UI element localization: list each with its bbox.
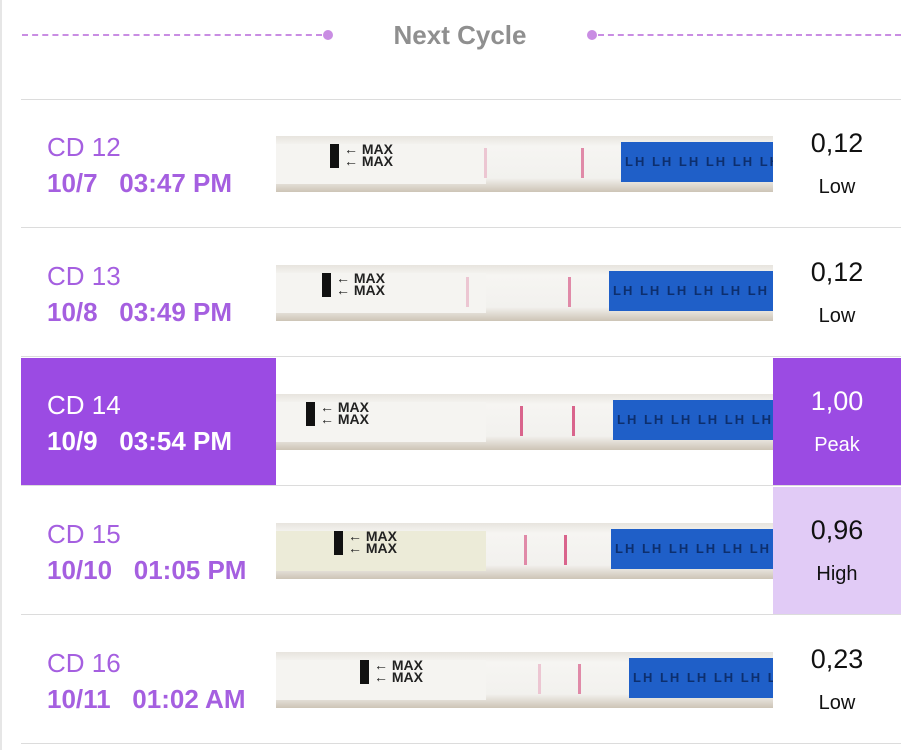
test-entry-row[interactable]: CD 13 10/8 03:49 PM ← MAX ← MAX LH LH LH… (21, 229, 901, 357)
row-divider (21, 485, 901, 486)
test-datetime: 10/7 03:47 PM (47, 168, 232, 198)
test-strip-photo[interactable]: ← MAX ← MAX LH LH LH LH LH LH (276, 523, 773, 579)
row-divider (21, 356, 901, 357)
test-strip-photo[interactable]: ← MAX ← MAX LH LH LH LH LH LH (276, 136, 773, 192)
strip-max-label: ← MAX ← MAX (320, 399, 369, 427)
strip-marker (334, 531, 343, 555)
cycle-day: CD 13 (47, 261, 121, 291)
strip-control-line (572, 406, 575, 436)
lh-ratio-value: 0,96 (810, 515, 864, 545)
test-strip-photo[interactable]: ← MAX ← MAX LH LH LH LH LH LH (276, 265, 773, 321)
row-divider (21, 614, 901, 615)
lh-ratio-value: 0,12 (810, 128, 864, 158)
row-highlight-left (21, 358, 276, 486)
lh-ratio-value: 0,23 (810, 644, 864, 674)
test-entry-row[interactable]: CD 16 10/11 01:02 AM ← MAX ← MAX LH LH L… (21, 616, 901, 744)
frame-edge (0, 0, 2, 750)
lh-level-label: High (816, 563, 858, 585)
test-datetime: 10/8 03:49 PM (47, 297, 232, 327)
lh-level-label: Low (818, 176, 856, 198)
strip-lh-handle: LH LH LH LH LH LH (629, 658, 773, 698)
strip-lh-handle: LH LH LH LH LH LH (609, 271, 773, 311)
header-dot-left (323, 30, 333, 40)
strip-test-line (466, 277, 469, 307)
level-highlight (773, 487, 901, 615)
strip-test-line (524, 535, 527, 565)
test-datetime: 10/9 03:54 PM (47, 426, 232, 456)
strip-control-line (578, 664, 581, 694)
strip-test-line (484, 148, 487, 178)
header-dot-right (587, 30, 597, 40)
lh-level-label: Low (818, 305, 856, 327)
test-entry-row[interactable]: CD 15 10/10 01:05 PM ← MAX ← MAX LH LH L… (21, 487, 901, 615)
cycle-day: CD 14 (47, 390, 121, 420)
lh-level-label: Low (818, 692, 856, 714)
strip-control-line (581, 148, 584, 178)
test-strip-photo[interactable]: ← MAX ← MAX LH LH LH LH LH LH (276, 394, 773, 450)
cycle-day: CD 15 (47, 519, 121, 549)
header-dashed-line-left (22, 34, 322, 36)
test-entry-row-selected[interactable]: CD 14 10/9 03:54 PM ← MAX ← MAX LH LH LH… (21, 358, 901, 486)
strip-control-line (568, 277, 571, 307)
header-dashed-line-right (598, 34, 901, 36)
strip-lh-handle: LH LH LH LH LH LH (621, 142, 773, 182)
strip-max-label: ← MAX ← MAX (344, 141, 393, 169)
lh-level-label: Peak (814, 434, 860, 456)
row-highlight-right (773, 358, 901, 486)
cycle-day: CD 12 (47, 132, 121, 162)
test-datetime: 10/10 01:05 PM (47, 555, 247, 585)
test-datetime: 10/11 01:02 AM (47, 684, 246, 714)
strip-marker (306, 402, 315, 426)
strip-marker (330, 144, 339, 168)
cycle-day: CD 16 (47, 648, 121, 678)
strip-lh-handle: LH LH LH LH LH LH (611, 529, 773, 569)
strip-control-line (564, 535, 567, 565)
lh-ratio-value: 0,12 (810, 257, 864, 287)
next-cycle-link[interactable]: Next Cycle (360, 20, 560, 51)
strip-max-label: ← MAX ← MAX (336, 270, 385, 298)
strip-max-label: ← MAX ← MAX (348, 528, 397, 556)
test-strip-photo[interactable]: ← MAX ← MAX LH LH LH LH LH LH (276, 652, 773, 708)
cycle-header: Next Cycle (0, 0, 921, 72)
strip-max-label: ← MAX ← MAX (374, 657, 423, 685)
row-divider (21, 227, 901, 228)
strip-lh-handle: LH LH LH LH LH LH (613, 400, 773, 440)
strip-marker (360, 660, 369, 684)
row-divider (21, 743, 901, 744)
lh-ratio-value: 1,00 (810, 386, 864, 416)
strip-test-line (520, 406, 523, 436)
test-entry-row[interactable]: CD 12 10/7 03:47 PM ← MAX ← MAX LH LH LH… (21, 100, 901, 228)
strip-marker (322, 273, 331, 297)
strip-test-line (538, 664, 541, 694)
